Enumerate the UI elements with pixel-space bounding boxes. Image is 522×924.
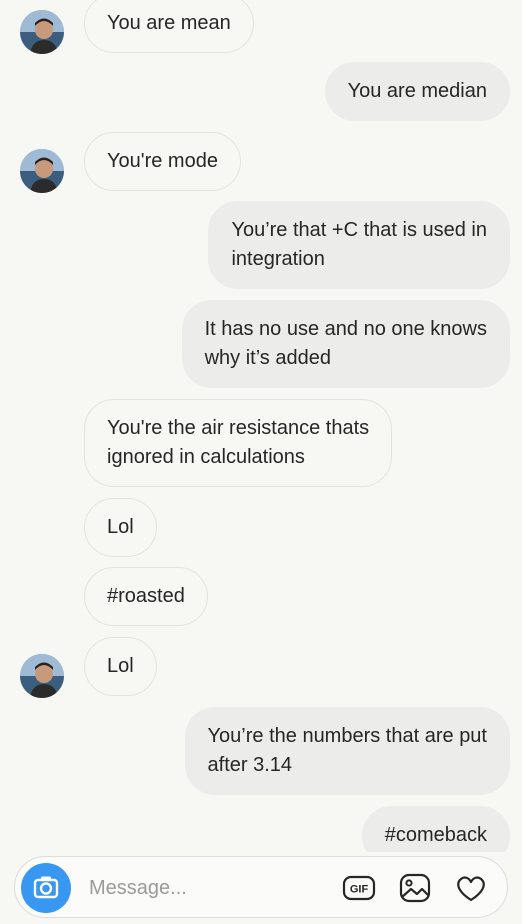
message-bubble-incoming[interactable]: Lol — [84, 498, 157, 557]
message-bubble-incoming[interactable]: You're the air resistance thats ignored … — [84, 399, 393, 487]
avatar[interactable] — [20, 149, 64, 193]
heart-icon — [457, 876, 485, 902]
profile-photo-icon — [20, 10, 64, 54]
message-bubble-outgoing[interactable]: You are median — [324, 62, 510, 121]
profile-photo-icon — [20, 149, 64, 193]
message-bubble-outgoing[interactable]: You’re that +C that is used in integrati… — [208, 201, 510, 289]
gif-icon: GIF — [342, 875, 376, 901]
message-bubble-incoming[interactable]: You're mode — [84, 132, 241, 191]
camera-button[interactable] — [21, 863, 71, 913]
message-bubble-outgoing[interactable]: #comeback — [361, 806, 510, 852]
gif-button[interactable]: GIF — [341, 870, 377, 906]
message-bubble-incoming[interactable]: #roasted — [84, 567, 208, 626]
message-bubble-incoming[interactable]: Lol — [84, 637, 157, 696]
profile-photo-icon — [20, 654, 64, 698]
avatar[interactable] — [20, 10, 64, 54]
message-thread[interactable]: You are mean You are median You're mode … — [0, 0, 522, 852]
message-input[interactable] — [89, 869, 329, 907]
message-bubble-outgoing[interactable]: You’re the numbers that are put after 3.… — [184, 707, 510, 795]
camera-icon — [33, 876, 59, 899]
like-button[interactable] — [453, 870, 489, 906]
message-bubble-outgoing[interactable]: It has no use and no one knows why it’s … — [181, 300, 510, 388]
message-bubble-incoming[interactable]: You are mean — [84, 0, 254, 53]
gallery-button[interactable] — [397, 870, 433, 906]
dm-screen: You are mean You are median You're mode … — [0, 0, 522, 924]
gif-label: GIF — [350, 884, 369, 896]
avatar[interactable] — [20, 654, 64, 698]
message-composer: GIF — [14, 856, 508, 918]
image-icon — [399, 873, 431, 903]
